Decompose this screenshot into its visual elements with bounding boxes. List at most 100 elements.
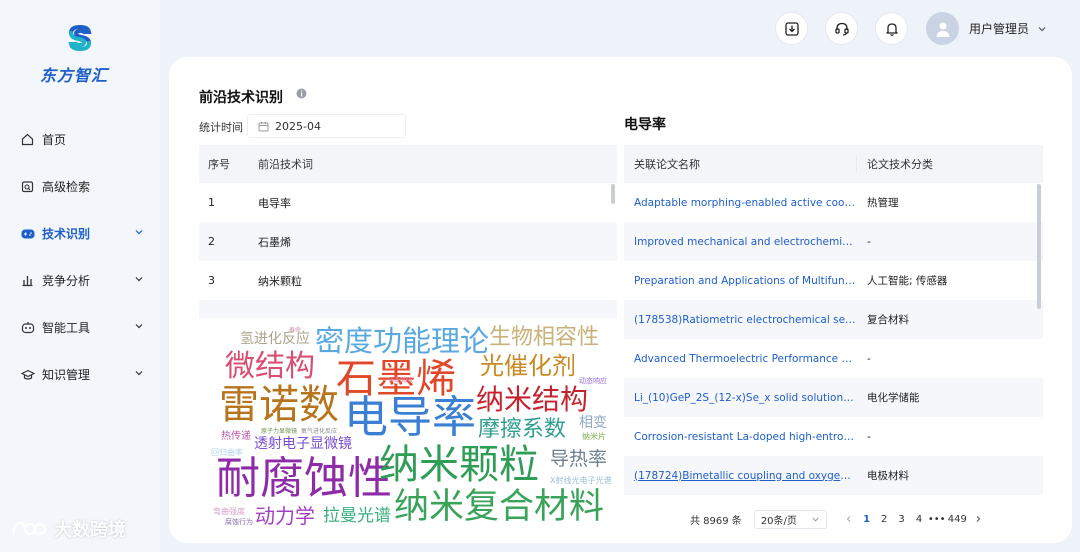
cloud-word[interactable]: 纳米颗粒 <box>379 445 539 485</box>
row-no: 1 <box>208 196 215 209</box>
paper-link[interactable]: Preparation and Applications of Multifun… <box>624 275 856 287</box>
paper-link[interactable]: (178724)Bimetallic coupling and oxygen v… <box>624 470 856 482</box>
cloud-word[interactable]: 匹配滤波 <box>389 378 413 384</box>
page-button[interactable]: 1 <box>858 514 876 525</box>
paper-category: 复合材料 <box>867 314 909 326</box>
table-row: Preparation and Applications of Multifun… <box>624 261 1043 300</box>
cloud-word[interactable]: 弯曲强度 <box>213 508 245 516</box>
sidebar-item-knowledge-management[interactable]: 知识管理 <box>0 351 160 398</box>
right-table-scrollbar[interactable] <box>1037 184 1041 309</box>
page-button[interactable]: 2 <box>875 514 893 525</box>
table-row[interactable]: 3 纳米颗粒 <box>199 261 617 300</box>
paper-link[interactable]: Li_(10)GeP_2S_(12-x)Se_x solid solution … <box>624 392 856 404</box>
user-menu[interactable]: 用户管理员 <box>926 12 1047 45</box>
cloud-word[interactable]: 寿命 <box>289 328 301 334</box>
chevron-down-icon[interactable] <box>134 227 144 237</box>
sidebar-item-label: 高级检索 <box>42 180 91 194</box>
frontier-tech-table: 序号 前沿技术词 1 电导率 2 石墨烯 3 纳米颗粒 <box>199 145 617 318</box>
paper-category: - <box>867 352 871 365</box>
cloud-word[interactable]: 透射电子显微镜 <box>254 437 352 451</box>
notifications-button[interactable] <box>875 12 908 45</box>
page-button[interactable]: 449 <box>945 514 969 525</box>
watermark: 大数跨境 <box>10 516 126 542</box>
bell-icon <box>885 22 898 36</box>
sidebar-item-tech-identification[interactable]: 技术识别 <box>0 210 160 257</box>
paper-link[interactable]: Adaptable morphing-enabled active coolin… <box>624 197 856 209</box>
paper-link[interactable]: Advanced Thermoelectric Performance of S… <box>624 353 856 365</box>
page-size-value: 20条/页 <box>760 515 797 527</box>
paper-link[interactable]: (178538)Ratiometric electrochemical sens… <box>624 314 856 326</box>
left-table-scrollbar[interactable] <box>611 184 615 204</box>
cloud-word[interactable]: 微结构 <box>225 352 315 382</box>
stat-date-value: 2025-04 <box>275 119 321 133</box>
user-avatar-icon <box>936 22 949 37</box>
table-row: (178724)Bimetallic coupling and oxygen v… <box>624 456 1043 495</box>
cloud-word[interactable]: 动力学 <box>255 506 315 526</box>
bar-chart-icon <box>20 273 35 288</box>
sidebar-item-label: 首页 <box>42 133 67 147</box>
paper-category: 电化学储能 <box>867 392 920 404</box>
sidebar-item-home[interactable]: 首页 <box>0 116 160 163</box>
cloud-word[interactable]: 原子力显微镜 <box>261 429 297 435</box>
detail-title: 电导率 <box>624 117 666 133</box>
download-icon <box>784 21 799 36</box>
row-no: 2 <box>208 235 215 248</box>
chevron-down-icon[interactable] <box>134 274 144 284</box>
home-icon <box>20 132 35 147</box>
cloud-word[interactable]: 导热率 <box>550 450 607 469</box>
stat-date-picker[interactable]: 2025-04 <box>247 114 406 138</box>
search-doc-icon <box>20 179 35 194</box>
cloud-word[interactable]: 热传递 <box>221 432 251 442</box>
cloud-word[interactable]: 相变 <box>579 416 607 430</box>
cloud-word[interactable]: 动态响应 <box>579 378 607 385</box>
cloud-word[interactable]: 纳米复合材料 <box>394 490 604 525</box>
support-button[interactable] <box>825 12 858 45</box>
sidebar-item-competition-analysis[interactable]: 竞争分析 <box>0 257 160 304</box>
brand-logo[interactable]: 东方智汇 <box>40 22 125 85</box>
cloud-word[interactable]: 回归曲率 <box>211 449 243 457</box>
avatar[interactable] <box>926 12 959 45</box>
user-name: 用户管理员 <box>969 22 1030 36</box>
logo-mark-icon <box>68 24 92 52</box>
cloud-word[interactable]: X射线光电子光谱 <box>550 477 611 485</box>
cloud-word[interactable]: 摩擦系数 <box>478 419 566 441</box>
word-cloud: 电导率 石墨烯 雷诺数 耐腐蚀性 纳米颗粒 纳米复合材料 纳米结构 微结构 密度… <box>199 318 617 532</box>
chevron-down-icon[interactable] <box>134 368 144 378</box>
cloud-word[interactable]: 生物相容性 <box>489 327 599 349</box>
row-term: 电导率 <box>258 196 291 210</box>
next-page-button[interactable] <box>969 515 986 523</box>
paper-category: 热管理 <box>867 197 899 209</box>
gamepad-icon <box>20 226 35 241</box>
paper-link[interactable]: Improved mechanical and electrochemical … <box>624 236 856 248</box>
sidebar-item-smart-tools[interactable]: 智能工具 <box>0 304 160 351</box>
cloud-word[interactable]: 氢进化反应 <box>240 332 310 346</box>
cloud-word[interactable]: 氧气进化反应 <box>301 429 337 435</box>
page-size-select[interactable]: 20条/页 <box>753 509 827 529</box>
paper-category: 人工智能; 传感器 <box>867 275 948 287</box>
prev-page-button[interactable] <box>841 515 858 523</box>
page-button[interactable]: 3 <box>893 514 911 525</box>
cloud-word[interactable]: 纳米结构 <box>476 386 588 414</box>
cloud-word[interactable]: 纳米片 <box>582 433 606 441</box>
cloud-word[interactable]: 腐蚀行为 <box>225 519 253 526</box>
cloud-word[interactable]: 雷诺数 <box>219 385 339 425</box>
chevron-down-icon[interactable] <box>1037 24 1047 34</box>
info-icon[interactable] <box>296 88 307 99</box>
table-row: Advanced Thermoelectric Performance of S… <box>624 339 1043 378</box>
stat-time-label: 统计时间 <box>199 121 243 134</box>
table-row[interactable]: 2 石墨烯 <box>199 222 617 261</box>
download-button[interactable] <box>775 12 808 45</box>
page-button[interactable]: 4 <box>910 514 928 525</box>
paper-link[interactable]: Corrosion-resistant La-doped high-entrop… <box>624 431 856 443</box>
cloud-word[interactable]: 拉曼光谱 <box>323 508 391 525</box>
table-row[interactable]: 1 电导率 <box>199 183 617 222</box>
cloud-word[interactable]: 密度功能理论 <box>315 327 489 356</box>
cloud-word[interactable]: 光催化剂 <box>480 354 576 378</box>
sidebar-item-advanced-search[interactable]: 高级检索 <box>0 163 160 210</box>
sidebar-item-label: 知识管理 <box>42 368 91 382</box>
column-header-paper: 关联论文名称 <box>634 158 700 171</box>
cloud-word[interactable]: 电导率 <box>344 396 476 440</box>
cloud-word[interactable]: 耐腐蚀性 <box>216 457 392 501</box>
page-ellipsis[interactable]: ••• <box>928 514 946 525</box>
chevron-down-icon[interactable] <box>134 321 144 331</box>
